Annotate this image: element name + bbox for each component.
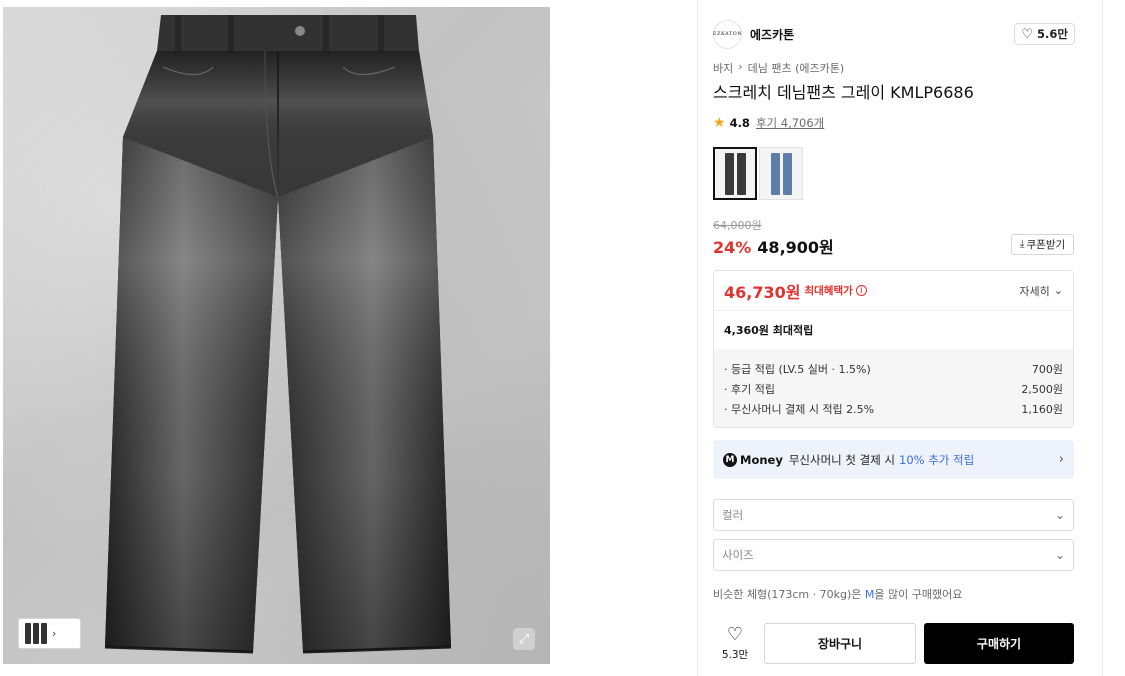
money-accent: 10% 추가 적립: [899, 452, 975, 467]
recommend-prefix: 비슷한 체형(173cm · 70kg)은: [713, 588, 862, 601]
info-icon[interactable]: i: [855, 285, 867, 296]
sale-price: 48,900원: [757, 238, 834, 257]
chevron-down-icon: ⌄: [1053, 284, 1063, 297]
jeans-illustration: [104, 15, 452, 654]
column-divider: [697, 0, 698, 676]
price-row: 24% 48,900원: [713, 234, 834, 258]
heart-icon: ♡: [1021, 26, 1034, 42]
breadcrumb-item[interactable]: 바지: [713, 60, 733, 76]
thumbnail-jeans-icon: [25, 623, 47, 644]
breadcrumb: 바지 › 데님 팬츠 (에즈카톤): [713, 60, 844, 76]
points-row: · 등급 적립 (LV.5 실버 · 1.5%) 700원: [724, 359, 1063, 379]
brand-logo[interactable]: EZKATON: [713, 19, 742, 49]
wishlist-count: 5.3만: [721, 649, 749, 661]
product-title: 스크레치 데님팬츠 그레이 KMLP6686: [713, 83, 974, 102]
points-row-label: · 등급 적립 (LV.5 실버 · 1.5%): [724, 363, 871, 376]
benefit-header: 46,730원 최대혜택가 i 자세히 ⌄: [714, 271, 1073, 311]
points-breakdown: · 등급 적립 (LV.5 실버 · 1.5%) 700원 · 후기 적립 2,…: [714, 349, 1073, 427]
points-row: · 후기 적립 2,500원: [724, 379, 1063, 399]
recommend-size: M: [864, 588, 875, 601]
money-name: Money: [740, 452, 783, 467]
chevron-down-icon: ⌄: [1054, 508, 1065, 522]
max-benefit-price: 46,730원: [724, 282, 801, 302]
brand-like-button[interactable]: ♡ 5.6만: [1014, 23, 1075, 45]
points-row-label: · 무신사머니 결제 시 적립 2.5%: [724, 403, 875, 416]
product-main-image[interactable]: › ⤢: [3, 7, 550, 664]
buy-now-button[interactable]: 구매하기: [924, 623, 1074, 664]
money-logo-icon: M: [723, 452, 737, 467]
add-to-cart-button[interactable]: 장바구니: [764, 623, 916, 664]
rating-score: 4.8: [729, 116, 750, 130]
download-icon: ⤓: [1019, 238, 1025, 250]
brand-name[interactable]: 에즈카톤: [750, 26, 794, 43]
chevron-right-icon: ›: [1058, 452, 1064, 467]
brand-like-count: 5.6만: [1037, 27, 1068, 41]
swatch-blue[interactable]: [759, 147, 803, 200]
recommend-suffix: 을 많이 구매했어요: [874, 588, 963, 601]
points-row-label: · 후기 적립: [724, 383, 775, 396]
size-recommendation: 비슷한 체형(173cm · 70kg)은 M을 많이 구매했어요: [713, 586, 962, 602]
rating-row: ★ 4.8 후기 4,706개: [713, 115, 824, 131]
money-text: 무신사머니 첫 결제 시: [788, 452, 896, 467]
chevron-right-icon: ›: [738, 60, 743, 73]
chevron-down-icon: ⌄: [1054, 548, 1065, 562]
wishlist-button[interactable]: ♡ 5.3만: [713, 624, 757, 664]
star-icon: ★: [713, 115, 726, 131]
max-benefit-label: 최대혜택가: [804, 285, 853, 297]
points-row-value: 1,160원: [1021, 403, 1063, 416]
chevron-right-icon[interactable]: ›: [52, 627, 56, 640]
coupon-button[interactable]: ⤓ 쿠폰받기: [1011, 234, 1074, 255]
points-total: 4,360원 최대적립: [724, 324, 814, 337]
points-row-value: 700원: [1031, 363, 1063, 376]
color-select-placeholder: 컬러: [722, 508, 744, 522]
swatch-gray-black[interactable]: [713, 147, 757, 200]
heart-icon: ♡: [726, 624, 744, 645]
detail-label: 자세히: [1019, 284, 1050, 298]
color-select[interactable]: 컬러 ⌄: [713, 499, 1074, 531]
breadcrumb-item[interactable]: 데님 팬츠 (에즈카톤): [748, 60, 845, 76]
brand-row: EZKATON 에즈카톤 ♡ 5.6만: [713, 19, 1075, 49]
money-banner[interactable]: M Money 무신사머니 첫 결제 시 10% 추가 적립 ›: [713, 440, 1074, 479]
column-divider: [1102, 0, 1103, 676]
coupon-label: 쿠폰받기: [1026, 239, 1066, 251]
points-row-value: 2,500원: [1021, 383, 1063, 396]
benefit-box: 46,730원 최대혜택가 i 자세히 ⌄ 4,360원 최대적립 · 등급 적…: [713, 270, 1074, 428]
discount-rate: 24%: [713, 238, 752, 257]
size-select-placeholder: 사이즈: [722, 548, 754, 562]
size-select[interactable]: 사이즈 ⌄: [713, 539, 1074, 571]
thumbnail-strip[interactable]: ›: [18, 618, 81, 649]
points-row: · 무신사머니 결제 시 적립 2.5% 1,160원: [724, 399, 1063, 419]
original-price: 64,000원: [713, 219, 762, 232]
benefit-detail-toggle[interactable]: 자세히 ⌄: [1019, 283, 1063, 299]
expand-icon[interactable]: ⤢: [513, 628, 535, 650]
reviews-link[interactable]: 후기 4,706개: [756, 115, 824, 131]
color-swatches: [713, 147, 803, 200]
